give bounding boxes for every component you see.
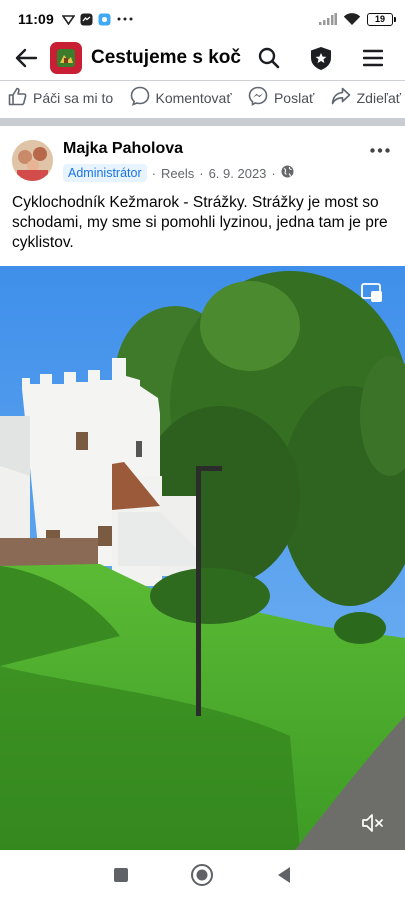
post-header: Majka Paholova Administrátor · Reels · 6… — [0, 132, 405, 188]
comment-icon — [130, 86, 150, 109]
share-button[interactable]: Zdieľať — [331, 87, 401, 108]
author-info: Majka Paholova Administrátor · Reels · 6… — [63, 132, 294, 188]
app-header: Cestujeme s koč… — [0, 38, 405, 78]
home-icon[interactable] — [186, 859, 218, 891]
system-nav-bar — [0, 850, 405, 900]
picture-in-picture-icon[interactable] — [357, 278, 387, 308]
status-bar: 11:09 19 — [0, 0, 405, 38]
header-actions — [253, 42, 395, 74]
like-label: Páči sa mi to — [33, 89, 114, 106]
group-avatar[interactable] — [50, 42, 82, 74]
comment-button[interactable]: Komentovať — [130, 86, 232, 109]
messenger-icon — [248, 86, 268, 109]
send-label: Poslať — [273, 89, 315, 106]
section-divider — [0, 118, 405, 126]
recents-icon[interactable] — [105, 859, 137, 891]
more-options-icon[interactable] — [367, 140, 393, 160]
comment-label: Komentovať — [155, 89, 232, 106]
wifi-icon — [343, 12, 361, 26]
notification-icons — [62, 13, 134, 26]
post-text: Cyklochodník Kežmarok - Strážky. Strážky… — [12, 194, 388, 251]
post-action-bar: Páči sa mi to Komentovať Poslať Zdieľať — [0, 80, 405, 114]
post-source[interactable]: Reels — [161, 166, 194, 181]
mute-icon[interactable] — [358, 808, 388, 838]
video-frame — [0, 266, 405, 850]
more-notifications-icon — [116, 13, 134, 26]
video-player[interactable] — [0, 266, 405, 850]
like-button[interactable]: Páči sa mi to — [8, 87, 113, 109]
post-meta: Administrátor · Reels · 6. 9. 2023 · — [63, 164, 294, 182]
messenger-notification-icon — [80, 13, 93, 26]
signal-icon — [319, 13, 337, 26]
globe-icon — [281, 165, 294, 181]
meta-separator: · — [151, 165, 156, 181]
menu-icon[interactable] — [357, 42, 389, 74]
admin-badge: Administrátor — [63, 164, 147, 182]
share-label: Zdieľať — [356, 89, 401, 106]
app-notification-icon — [98, 13, 111, 26]
back-arrow-icon[interactable] — [10, 42, 42, 74]
vpn-key-icon — [62, 13, 76, 26]
author-name[interactable]: Majka Paholova — [63, 140, 294, 158]
author-avatar[interactable] — [12, 140, 53, 181]
meta-separator: · — [199, 165, 204, 181]
status-right: 19 — [319, 12, 396, 26]
meta-separator: · — [271, 165, 276, 181]
share-icon — [331, 87, 351, 108]
post-date[interactable]: 6. 9. 2023 — [209, 166, 267, 181]
search-icon[interactable] — [253, 42, 285, 74]
send-button[interactable]: Poslať — [248, 86, 314, 109]
back-triangle-icon[interactable] — [268, 859, 300, 891]
battery-icon: 19 — [367, 12, 396, 26]
thumbs-up-icon — [8, 87, 27, 109]
group-title[interactable]: Cestujeme s koč… — [91, 47, 241, 69]
admin-shield-icon[interactable] — [305, 42, 337, 74]
status-time: 11:09 — [18, 11, 55, 27]
